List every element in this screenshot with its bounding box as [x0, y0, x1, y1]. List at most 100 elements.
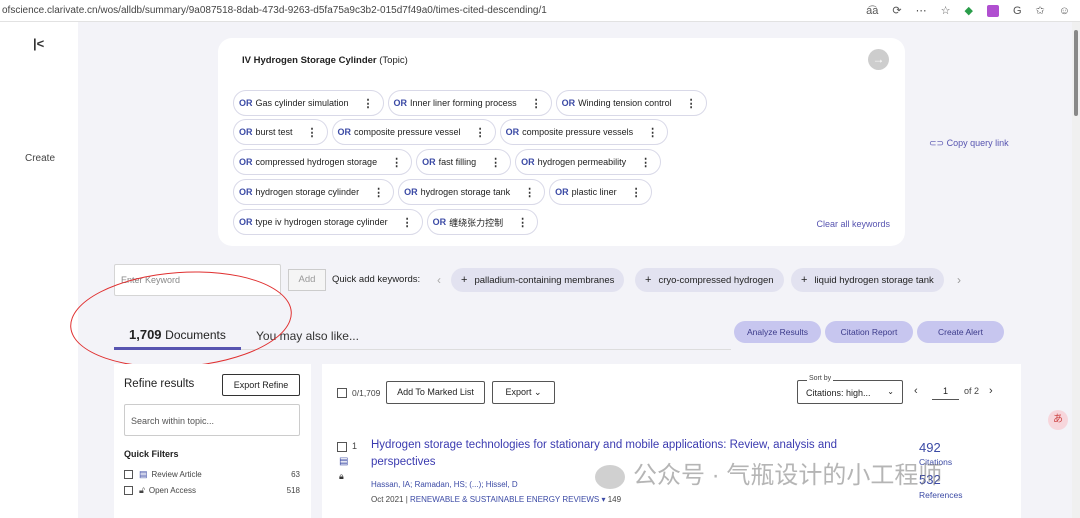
- record-authors[interactable]: Hassan, IA; Ramadan, HS; (...); Hissel, …: [371, 480, 518, 489]
- previous-page-icon[interactable]: ‹: [914, 385, 918, 397]
- copy-query-link[interactable]: ⊂⊃ Copy query link: [929, 138, 1009, 149]
- shield-icon[interactable]: ◆: [965, 4, 973, 17]
- keyword-chip[interactable]: OR composite pressure vessels ⋮: [499, 119, 669, 145]
- or-operator[interactable]: OR: [394, 98, 408, 108]
- or-operator[interactable]: OR: [239, 217, 253, 227]
- citation-report-button[interactable]: Citation Report: [825, 321, 913, 343]
- or-operator[interactable]: OR: [239, 157, 253, 167]
- kebab-menu-icon[interactable]: ⋮: [475, 126, 486, 139]
- add-keyword-button[interactable]: Add: [288, 269, 326, 291]
- keyword-chip[interactable]: OR 缠绕张力控制 ⋮: [426, 209, 539, 235]
- star-icon[interactable]: ☆: [941, 4, 951, 17]
- kebab-menu-icon[interactable]: ⋮: [307, 126, 318, 139]
- more-icon[interactable]: ⋯: [916, 4, 927, 17]
- checkbox[interactable]: [124, 469, 133, 479]
- or-operator[interactable]: OR: [338, 127, 352, 137]
- url-text[interactable]: ofscience.clarivate.cn/wos/alldb/summary…: [0, 5, 866, 16]
- chevron-left-icon[interactable]: ‹: [437, 273, 441, 287]
- kebab-menu-icon[interactable]: ⋮: [402, 216, 413, 229]
- caret-down-icon[interactable]: ▾: [601, 495, 605, 504]
- keyword-chip[interactable]: OR hydrogen permeability ⋮: [515, 149, 662, 175]
- profile-icon[interactable]: ☺: [1059, 5, 1070, 17]
- search-within-topic-input[interactable]: Search within topic...: [124, 404, 300, 436]
- keyword-text: plastic liner: [571, 187, 617, 197]
- keyword-chip[interactable]: OR hydrogen storage tank ⋮: [398, 179, 546, 205]
- page-number-input[interactable]: 1: [932, 383, 959, 400]
- wechat-logo-icon: [595, 464, 625, 489]
- kebab-menu-icon[interactable]: ⋮: [531, 97, 542, 110]
- floating-translate-icon[interactable]: あ: [1048, 410, 1068, 430]
- browser-address-bar[interactable]: ofscience.clarivate.cn/wos/alldb/summary…: [0, 0, 1080, 22]
- ext-icon[interactable]: [986, 4, 999, 17]
- or-operator[interactable]: OR: [506, 127, 520, 137]
- create-label[interactable]: Create: [25, 153, 55, 164]
- document-icon: ▤: [339, 456, 349, 467]
- quick-add-text: palladium-containing membranes: [474, 274, 615, 286]
- citations-count[interactable]: 492: [919, 440, 941, 455]
- filter-review-article[interactable]: ▤ Review Article 63: [124, 468, 300, 480]
- scrollbar-thumb[interactable]: [1074, 30, 1078, 116]
- add-to-marked-list-button[interactable]: Add To Marked List: [386, 381, 485, 404]
- keyword-chip[interactable]: OR plastic liner ⋮: [549, 179, 652, 205]
- or-operator[interactable]: OR: [404, 187, 418, 197]
- translate-icon[interactable]: a͡a: [866, 5, 878, 17]
- keyword-chip[interactable]: OR Winding tension control ⋮: [555, 90, 707, 116]
- quick-add-chip[interactable]: + cryo-compressed hydrogen: [635, 268, 784, 292]
- analyze-results-button[interactable]: Analyze Results: [734, 321, 821, 343]
- refresh-icon[interactable]: ⟳: [892, 4, 901, 17]
- keyword-chip[interactable]: OR fast filling ⋮: [416, 149, 512, 175]
- create-alert-button[interactable]: Create Alert: [917, 321, 1004, 343]
- run-query-arrow-icon[interactable]: →: [868, 49, 889, 70]
- kebab-menu-icon[interactable]: ⋮: [631, 186, 642, 199]
- or-operator[interactable]: OR: [239, 127, 253, 137]
- keyword-chip[interactable]: OR type iv hydrogen storage cylinder ⋮: [233, 209, 423, 235]
- kebab-menu-icon[interactable]: ⋮: [373, 186, 384, 199]
- select-all-checkbox[interactable]: [337, 388, 347, 398]
- results-panel: 0/1,709 Add To Marked List Export ⌄ Sort…: [322, 364, 1021, 518]
- next-page-icon[interactable]: ›: [989, 385, 993, 397]
- page-scrollbar[interactable]: [1072, 22, 1080, 518]
- keyword-text: hydrogen storage cylinder: [255, 187, 360, 197]
- quick-add-text: cryo-compressed hydrogen: [658, 274, 774, 286]
- record-journal-link[interactable]: RENEWABLE & SUSTAINABLE ENERGY REVIEWS: [410, 495, 599, 504]
- keyword-chip[interactable]: OR compressed hydrogen storage ⋮: [233, 149, 413, 175]
- keyword-chip[interactable]: OR hydrogen storage cylinder ⋮: [233, 179, 395, 205]
- record-checkbox[interactable]: [337, 442, 347, 452]
- or-operator[interactable]: OR: [555, 187, 569, 197]
- or-operator[interactable]: OR: [433, 217, 447, 227]
- kebab-menu-icon[interactable]: ⋮: [524, 186, 535, 199]
- chevron-right-icon[interactable]: ›: [957, 273, 961, 287]
- kebab-menu-icon[interactable]: ⋮: [647, 126, 658, 139]
- kebab-menu-icon[interactable]: ⋮: [363, 97, 374, 110]
- keyword-text: type iv hydrogen storage cylinder: [255, 217, 388, 227]
- keyword-chip[interactable]: OR Inner liner forming process ⋮: [387, 90, 552, 116]
- kebab-menu-icon[interactable]: ⋮: [517, 216, 528, 229]
- kebab-menu-icon[interactable]: ⋮: [490, 156, 501, 169]
- keyword-chip[interactable]: OR composite pressure vessel ⋮: [331, 119, 496, 145]
- export-refine-button[interactable]: Export Refine: [222, 374, 300, 396]
- quick-add-chip[interactable]: + palladium-containing membranes: [451, 268, 625, 292]
- kebab-menu-icon[interactable]: ⋮: [686, 97, 697, 110]
- ext-g-icon[interactable]: G: [1013, 5, 1022, 17]
- sort-by-select[interactable]: Sort by Citations: high... ⌄: [797, 375, 903, 404]
- or-operator[interactable]: OR: [521, 157, 535, 167]
- kebab-menu-icon[interactable]: ⋮: [391, 156, 402, 169]
- quick-add-chip[interactable]: + liquid hydrogen storage tank: [791, 268, 944, 292]
- kebab-menu-icon[interactable]: ⋮: [640, 156, 651, 169]
- keyword-chip[interactable]: OR burst test ⋮: [233, 119, 328, 145]
- favorites-icon[interactable]: ✩: [1036, 4, 1045, 17]
- or-operator[interactable]: OR: [422, 157, 436, 167]
- clear-all-keywords-link[interactable]: Clear all keywords: [816, 219, 890, 229]
- export-button[interactable]: Export ⌄: [492, 381, 555, 404]
- checkbox[interactable]: [124, 485, 133, 495]
- keyword-chip[interactable]: OR Gas cylinder simulation ⋮: [233, 90, 384, 116]
- or-operator[interactable]: OR: [239, 98, 253, 108]
- or-operator[interactable]: OR: [562, 98, 576, 108]
- keyword-text: Gas cylinder simulation: [255, 98, 349, 108]
- filter-open-access[interactable]: 🔓︎ Open Access 518: [124, 484, 300, 496]
- collapse-icon[interactable]: |<: [33, 36, 44, 51]
- keyword-row: OR hydrogen storage cylinder ⋮ OR hydrogen …: [233, 179, 652, 205]
- or-operator[interactable]: OR: [239, 187, 253, 197]
- keyword-text: fast filling: [438, 157, 477, 167]
- sort-by-value: Citations: high...: [806, 388, 871, 398]
